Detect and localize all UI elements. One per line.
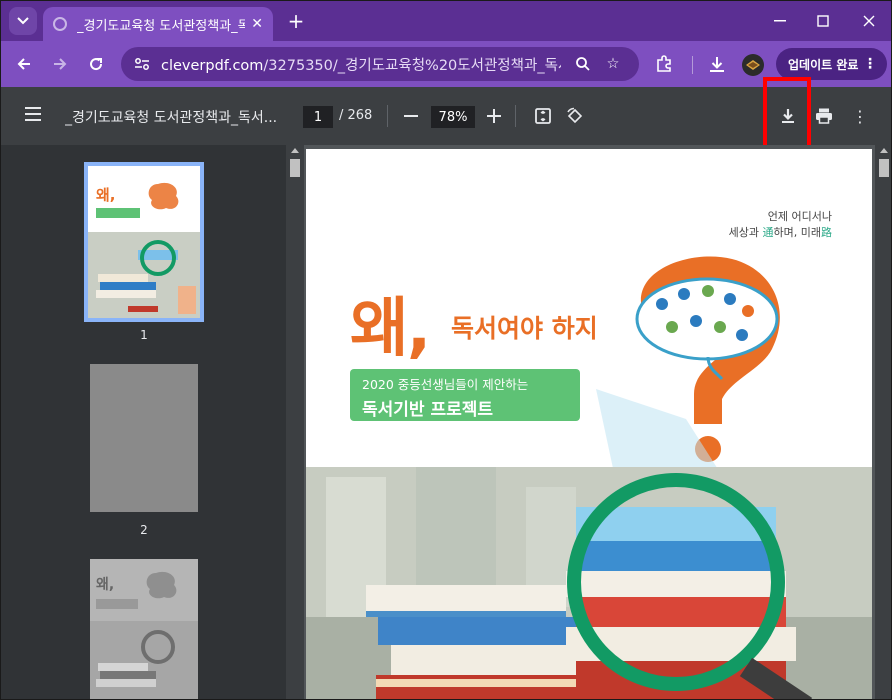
address-bar[interactable]: cleverpdf.com/3275350/_경기도교육청%20도서관정책과_독… <box>121 47 639 81</box>
downloads-icon[interactable] <box>705 52 729 76</box>
toolbar-separator <box>692 56 693 74</box>
thumbnail-label: 1 <box>140 328 148 342</box>
slogan-text: 하며, 미래 <box>773 226 821 239</box>
document-scrollbar[interactable] <box>875 145 891 699</box>
slogan-line-2: 세상과 通하며, 미래路 <box>729 225 832 241</box>
page-slogan: 언제 어디서나 세상과 通하며, 미래路 <box>729 209 832 241</box>
active-tab[interactable]: _경기도교육청 도서관정책과_독서... ✕ <box>43 7 273 41</box>
rotate-icon[interactable] <box>563 104 587 128</box>
url-domain: cleverpdf.com <box>161 57 264 74</box>
document-viewport: 언제 어디서나 세상과 通하며, 미래路 왜, 독서여야 하지 2020 중등선… <box>304 145 875 699</box>
new-tab-icon[interactable]: + <box>284 9 308 33</box>
zoom-search-icon[interactable] <box>573 54 593 74</box>
thumbnail-page-2[interactable] <box>90 364 198 512</box>
window-close-icon[interactable] <box>854 9 884 33</box>
browser-window: _경기도교육청 도서관정책과_독서... ✕ + cleverpdf.com/ <box>0 0 892 700</box>
banner-line-1: 2020 중등선생님들이 제안하는 <box>362 377 529 392</box>
slogan-highlight: 通 <box>762 226 774 239</box>
zoom-out-icon[interactable] <box>399 104 423 128</box>
tab-title: _경기도교육청 도서관정책과_독서... <box>77 18 245 34</box>
chrome-menu-icon[interactable]: ⋮ <box>863 56 877 72</box>
profile-avatar[interactable] <box>742 54 764 76</box>
page-number-input[interactable]: 1 <box>303 106 333 128</box>
slogan-highlight: 路 <box>821 226 832 239</box>
tab-search-icon[interactable] <box>9 7 37 35</box>
minimize-icon[interactable] <box>765 9 795 33</box>
close-icon[interactable]: ✕ <box>251 16 263 32</box>
sidebar-scrollbar[interactable] <box>286 145 304 699</box>
svg-text:왜,: 왜, <box>96 186 116 204</box>
update-label: 업데이트 완료 <box>788 57 859 72</box>
slogan-text: 세상과 <box>728 226 763 239</box>
pdf-page: 언제 어디서나 세상과 通하며, 미래路 왜, 독서여야 하지 2020 중등선… <box>306 149 872 699</box>
cover-green-banner: 2020 중등선생님들이 제안하는 독서기반 프로젝트 <box>350 369 580 421</box>
zoom-in-icon[interactable] <box>482 104 506 128</box>
site-settings-icon[interactable] <box>133 55 151 73</box>
thumbnail-label: 2 <box>140 523 148 537</box>
cover-photo <box>306 467 872 699</box>
cover-big-title: 왜, <box>350 292 431 366</box>
toolbar-divider <box>387 105 388 127</box>
pdf-toolbar: _경기도교육청 도서관정책과_독서... 1 / 268 78% ⋮ <box>1 87 891 145</box>
tab-strip: _경기도교육청 도서관정책과_독서... ✕ + <box>1 1 891 41</box>
url-path: /3275350/_경기도교육청%20도서관정책과_독서... <box>263 57 561 74</box>
banner-line-2: 독서기반 프로젝트 <box>362 400 494 420</box>
more-options-icon[interactable]: ⋮ <box>848 104 872 128</box>
reload-icon[interactable] <box>83 51 109 77</box>
zoom-input[interactable]: 78% <box>431 106 475 128</box>
page-total: / 268 <box>339 108 373 123</box>
forward-arrow-icon[interactable] <box>47 51 73 77</box>
slogan-line-1: 언제 어디서나 <box>767 210 832 223</box>
maximize-icon[interactable] <box>808 9 838 33</box>
thumbnail-page-1[interactable]: 왜, <box>84 162 204 322</box>
extensions-icon[interactable] <box>652 52 676 76</box>
back-arrow-icon[interactable] <box>11 51 37 77</box>
cover-sub-title: 독서여야 하지 <box>451 314 598 343</box>
print-icon[interactable] <box>812 104 836 128</box>
browser-toolbar: cleverpdf.com/3275350/_경기도교육청%20도서관정책과_독… <box>1 41 891 87</box>
svg-text:왜,: 왜, <box>96 577 114 593</box>
download-icon[interactable] <box>776 104 800 128</box>
pdf-title: _경기도교육청 도서관정책과_독서... <box>65 110 278 126</box>
document-scroll-thumb[interactable] <box>879 159 889 177</box>
scroll-up-arrow-icon[interactable] <box>291 148 299 153</box>
loading-favicon-icon <box>53 17 67 31</box>
url-text: cleverpdf.com/3275350/_경기도교육청%20도서관정책과_독… <box>161 54 561 75</box>
scroll-up-arrow-icon[interactable] <box>880 148 888 153</box>
thumbnail-page-3[interactable]: 왜, <box>90 559 198 699</box>
fit-to-page-icon[interactable] <box>531 104 555 128</box>
update-button[interactable]: 업데이트 완료 ⋮ <box>776 48 887 80</box>
thumbnail-sidebar: 왜, 1 2 왜, <box>1 145 286 699</box>
sidebar-scroll-thumb[interactable] <box>290 159 300 177</box>
bookmark-star-icon[interactable]: ☆ <box>603 54 623 74</box>
toolbar-divider <box>515 105 516 127</box>
menu-icon[interactable] <box>23 106 45 126</box>
